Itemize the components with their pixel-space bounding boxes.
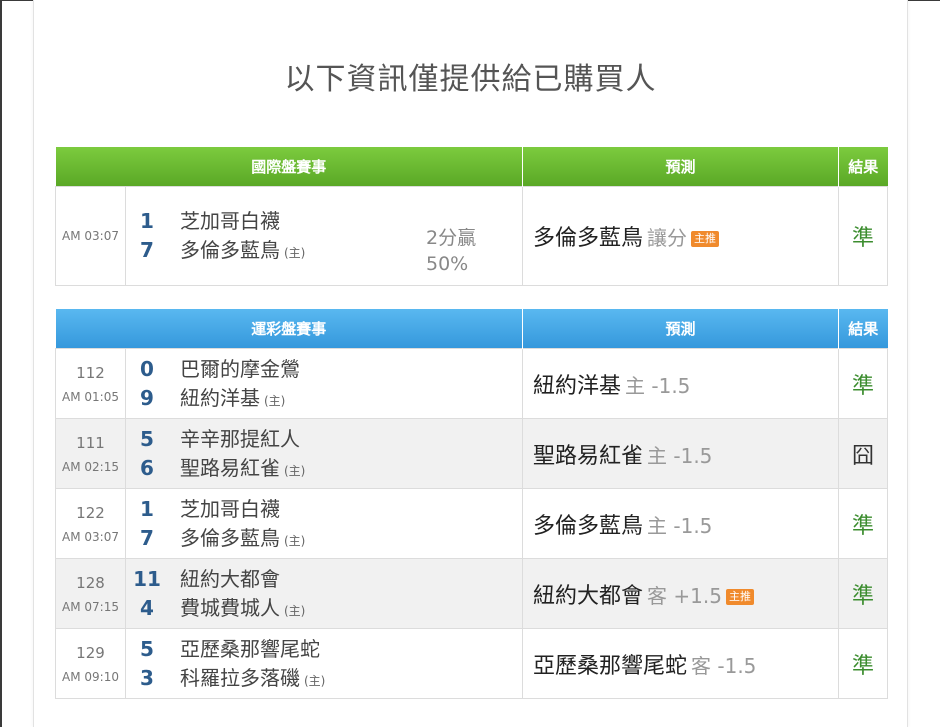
home-mark: (主)	[284, 246, 306, 260]
home-score: 6	[140, 455, 154, 480]
match-cell: 0 9 巴爾的摩金鶯 紐約洋基 (主)	[124, 348, 524, 419]
game-time: AM 03:07	[62, 529, 119, 544]
handicap-line2: 50%	[426, 253, 469, 275]
game-number: 112	[76, 363, 105, 382]
game-time: AM 01:05	[62, 389, 119, 404]
away-score: 5	[140, 636, 154, 661]
table-row[interactable]: 128 AM 07:15 11 4 紐約大都會 費城費城人 (主) 紐約大都會客 …	[55, 558, 889, 629]
home-mark: (主)	[284, 533, 306, 548]
home-team: 科羅拉多落磯	[180, 665, 300, 690]
game-info-cell: 112 AM 01:05	[55, 348, 126, 419]
prediction-cell: 聖路易紅雀主 -1.5	[522, 418, 840, 489]
handicap-info: 2分贏 50%	[426, 225, 476, 277]
intl-header-prediction: 預測	[522, 147, 840, 187]
home-team: 紐約洋基	[180, 385, 260, 410]
game-time: AM 02:15	[62, 459, 119, 474]
pred-team: 紐約大都會	[533, 583, 644, 609]
home-team: 聖路易紅雀	[180, 455, 280, 480]
home-team: 多倫多藍鳥	[180, 525, 280, 550]
away-score: 0	[140, 356, 154, 381]
pred-team: 聖路易紅雀	[533, 443, 644, 469]
match-cell: 5 3 亞歷桑那響尾蛇 科羅拉多落磯 (主)	[124, 628, 524, 699]
window-left-border	[0, 0, 2, 727]
game-info-cell: 128 AM 07:15	[55, 558, 126, 629]
home-team: 費城費城人	[180, 595, 280, 620]
sports-header-result: 結果	[838, 309, 888, 349]
game-number: 111	[76, 433, 105, 452]
pred-side: 主 -1.5	[625, 373, 691, 398]
result-cell: 準	[838, 628, 889, 699]
pred-team: 多倫多藍鳥	[533, 513, 644, 539]
content-card: 以下資訊僅提供給已購買人 國際盤賽事 預測 結果 AM 03:07 1 7 芝加…	[33, 0, 908, 727]
result-cell: 準	[838, 186, 889, 286]
intl-header-result: 結果	[838, 147, 888, 187]
away-team: 芝加哥白襪	[180, 496, 280, 521]
home-team: 多倫多藍鳥	[180, 238, 280, 262]
table-row[interactable]: 112 AM 01:05 0 9 巴爾的摩金鶯 紐約洋基 (主) 紐約洋基主 -1…	[55, 348, 889, 419]
pred-side: 主 -1.5	[647, 443, 713, 468]
away-team: 紐約大都會	[180, 566, 280, 591]
home-score: 4	[140, 595, 154, 620]
page-title: 以下資訊僅提供給已購買人	[284, 62, 657, 97]
table-row[interactable]: 111 AM 02:15 5 6 辛辛那提紅人 聖路易紅雀 (主) 聖路易紅雀主 …	[55, 418, 889, 489]
result-cell: 囧	[838, 418, 889, 489]
pred-side: 客 +1.5	[647, 583, 722, 608]
pred-team: 亞歷桑那響尾蛇	[533, 653, 688, 679]
home-score: 9	[140, 385, 154, 410]
prediction-cell: 多倫多藍鳥 讓分 主推	[522, 186, 840, 286]
away-team: 辛辛那提紅人	[180, 426, 300, 451]
away-team: 巴爾的摩金鶯	[180, 356, 300, 381]
pred-side: 客 -1.5	[691, 653, 757, 678]
game-info-cell: 111 AM 02:15	[55, 418, 126, 489]
home-mark: (主)	[264, 393, 286, 408]
sports-table: 運彩盤賽事 預測 結果 112 AM 01:05 0 9 巴爾的摩金鶯 紐約洋基…	[55, 309, 889, 699]
prediction-cell: 紐約洋基主 -1.5	[522, 348, 840, 419]
pred-team: 紐約洋基	[533, 373, 622, 399]
result-cell: 準	[838, 488, 889, 559]
home-score: 7	[140, 238, 154, 262]
intl-table: 國際盤賽事 預測 結果 AM 03:07 1 7 芝加哥白襪 多倫多藍鳥(主) …	[55, 147, 889, 286]
game-info-cell: 122 AM 03:07	[55, 488, 126, 559]
handicap-line1: 2分贏	[426, 227, 477, 249]
recommend-badge: 主推	[725, 588, 754, 605]
prediction-cell: 亞歷桑那響尾蛇客 -1.5	[522, 628, 840, 699]
home-mark: (主)	[304, 673, 326, 688]
match-cell: 11 4 紐約大都會 費城費城人 (主)	[124, 558, 524, 629]
away-score: 5	[140, 426, 154, 451]
pred-team: 多倫多藍鳥	[533, 226, 644, 251]
away-team: 芝加哥白襪	[180, 209, 280, 233]
pred-side: 讓分	[647, 226, 688, 250]
game-time: AM 07:15	[62, 599, 119, 614]
match-cell: 1 7 芝加哥白襪 多倫多藍鳥 (主)	[124, 488, 524, 559]
result-cell: 準	[838, 558, 889, 629]
home-mark: (主)	[284, 603, 306, 618]
recommend-badge: 主推	[691, 231, 720, 247]
game-number: 122	[76, 503, 105, 522]
sports-header-match: 運彩盤賽事	[55, 309, 524, 349]
sports-header-prediction: 預測	[522, 309, 840, 349]
intl-header-match: 國際盤賽事	[55, 147, 524, 187]
away-score: 1	[140, 496, 154, 521]
home-mark: (主)	[284, 463, 306, 478]
game-time: AM 03:07	[55, 186, 126, 286]
game-info-cell: 129 AM 09:10	[55, 628, 126, 699]
away-score: 1	[140, 209, 154, 233]
result-cell: 準	[838, 348, 889, 419]
match-cell: 5 6 辛辛那提紅人 聖路易紅雀 (主)	[124, 418, 524, 489]
table-row[interactable]: 122 AM 03:07 1 7 芝加哥白襪 多倫多藍鳥 (主) 多倫多藍鳥主 -…	[55, 488, 889, 559]
prediction-cell: 多倫多藍鳥主 -1.5	[522, 488, 840, 559]
away-team: 亞歷桑那響尾蛇	[180, 636, 320, 661]
table-row[interactable]: 129 AM 09:10 5 3 亞歷桑那響尾蛇 科羅拉多落磯 (主) 亞歷桑那響…	[55, 628, 889, 699]
match-cell: 1 7 芝加哥白襪 多倫多藍鳥 (主) 2分贏 50%	[124, 186, 524, 286]
game-time: AM 09:10	[62, 669, 119, 684]
game-number: 128	[76, 573, 105, 592]
table-row[interactable]: AM 03:07 1 7 芝加哥白襪 多倫多藍鳥 (主) 2分贏 50% 多倫多…	[55, 186, 889, 286]
game-number: 129	[76, 643, 105, 662]
home-score: 7	[140, 525, 154, 550]
away-score: 11	[133, 566, 161, 591]
prediction-cell: 紐約大都會客 +1.5 主推	[522, 558, 840, 629]
pred-side: 主 -1.5	[647, 513, 713, 538]
home-score: 3	[140, 665, 154, 690]
